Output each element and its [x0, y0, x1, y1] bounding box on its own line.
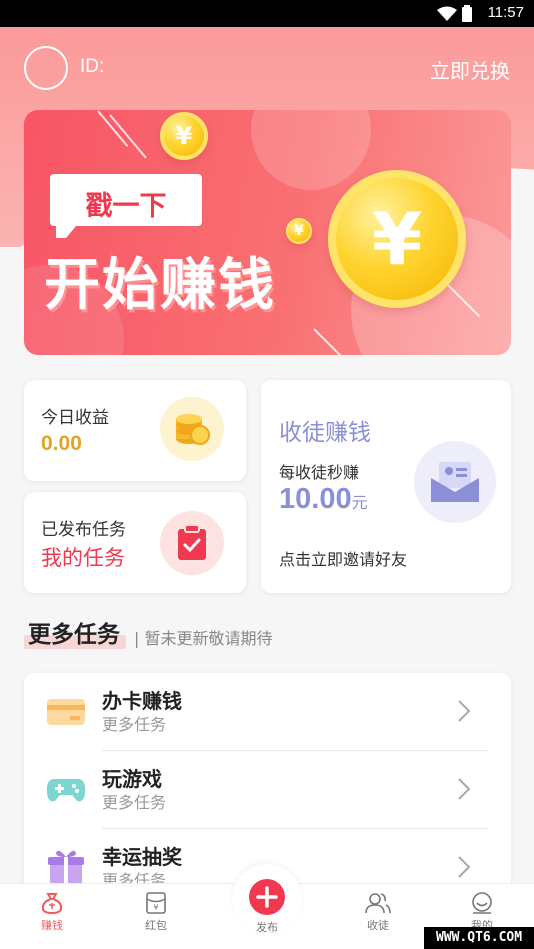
coin-tiny-icon: ¥	[286, 218, 312, 244]
tab-earn-label: 赚钱	[41, 919, 63, 932]
banner-decor-circle	[251, 110, 371, 190]
tab-redpacket-label: 红包	[145, 919, 167, 932]
coin-small-icon: ¥	[160, 112, 208, 160]
list-item-title: 办卡赚钱	[102, 689, 182, 713]
plus-icon	[249, 879, 285, 915]
chevron-right-icon	[458, 778, 471, 800]
invite-amount-unit: 元	[351, 493, 368, 512]
coin-stack-icon	[160, 397, 224, 461]
speech-bubble: 戳一下	[50, 174, 202, 238]
chevron-right-icon	[458, 856, 471, 878]
smile-profile-icon	[472, 892, 492, 914]
envelope-icon	[414, 441, 496, 523]
publish-button[interactable]: 发布	[232, 864, 302, 934]
banner-decor-line	[313, 328, 343, 355]
status-icons	[437, 5, 472, 22]
today-earnings-label: 今日收益	[41, 408, 109, 428]
gift-icon	[48, 850, 84, 885]
more-tasks-title: 更多任务	[28, 622, 120, 648]
bubble-text: 戳一下	[85, 191, 167, 222]
tab-disciples[interactable]: 收徒	[338, 892, 418, 933]
invite-per-label: 每收徒秒赚	[279, 463, 360, 482]
watermark: WWW.QT6.COM	[424, 927, 534, 949]
user-id-label: ID:	[80, 56, 105, 77]
avatar[interactable]	[24, 46, 68, 90]
redeem-button[interactable]: 立即兑换	[430, 55, 510, 84]
red-packet-icon: ¥	[146, 892, 166, 914]
my-tasks-link[interactable]: 我的任务	[41, 542, 125, 572]
published-tasks-card[interactable]: 已发布任务 我的任务	[24, 492, 246, 593]
publish-label: 发布	[256, 921, 278, 934]
users-icon	[365, 893, 391, 914]
svg-text:¥: ¥	[153, 903, 158, 912]
coin-large-icon: ¥	[328, 170, 466, 308]
card-icon	[47, 699, 85, 725]
published-tasks-label: 已发布任务	[41, 520, 126, 540]
tab-disciples-label: 收徒	[367, 919, 389, 932]
promo-banner[interactable]: ¥ ¥ ¥ 戳一下 开始赚钱	[24, 110, 511, 355]
gamepad-icon	[46, 779, 86, 802]
invite-card[interactable]: 收徒赚钱 每收徒秒赚 10.00元 点击立即邀请好友	[261, 380, 511, 593]
today-earnings-card[interactable]: 今日收益 0.00	[24, 380, 246, 481]
tab-redpacket[interactable]: ¥ 红包	[116, 892, 196, 933]
invite-amount-value: 10.00	[279, 483, 352, 515]
list-item-title: 玩游戏	[102, 767, 162, 791]
list-item[interactable]: 办卡赚钱 更多任务	[24, 673, 511, 751]
status-bar: 11:57	[0, 0, 534, 27]
banner-title: 开始赚钱	[44, 253, 276, 318]
chevron-right-icon	[458, 700, 471, 722]
banner-decor-line	[109, 114, 147, 159]
clipboard-check-icon	[160, 511, 224, 575]
wifi-icon	[437, 6, 457, 21]
list-item[interactable]: 玩游戏 更多任务	[24, 751, 511, 829]
status-time: 11:57	[487, 4, 524, 21]
invite-cta[interactable]: 点击立即邀请好友	[279, 546, 407, 570]
invite-amount: 10.00元	[279, 483, 368, 516]
money-bag-icon	[41, 893, 63, 914]
list-item-title: 幸运抽奖	[102, 845, 182, 869]
battery-icon	[462, 5, 472, 22]
app-screen: 11:57 ID: 立即兑换 ¥ ¥ ¥ 戳一下 开始赚钱 今日收益 0.00	[0, 0, 534, 949]
more-tasks-subtitle: | 暂未更新敬请期待	[134, 629, 273, 648]
invite-title: 收徒赚钱	[279, 420, 371, 446]
tab-earn[interactable]: 赚钱	[12, 892, 92, 933]
list-item-subtitle: 更多任务	[102, 793, 167, 812]
today-earnings-value: 0.00	[41, 432, 82, 455]
list-item-subtitle: 更多任务	[102, 715, 167, 734]
